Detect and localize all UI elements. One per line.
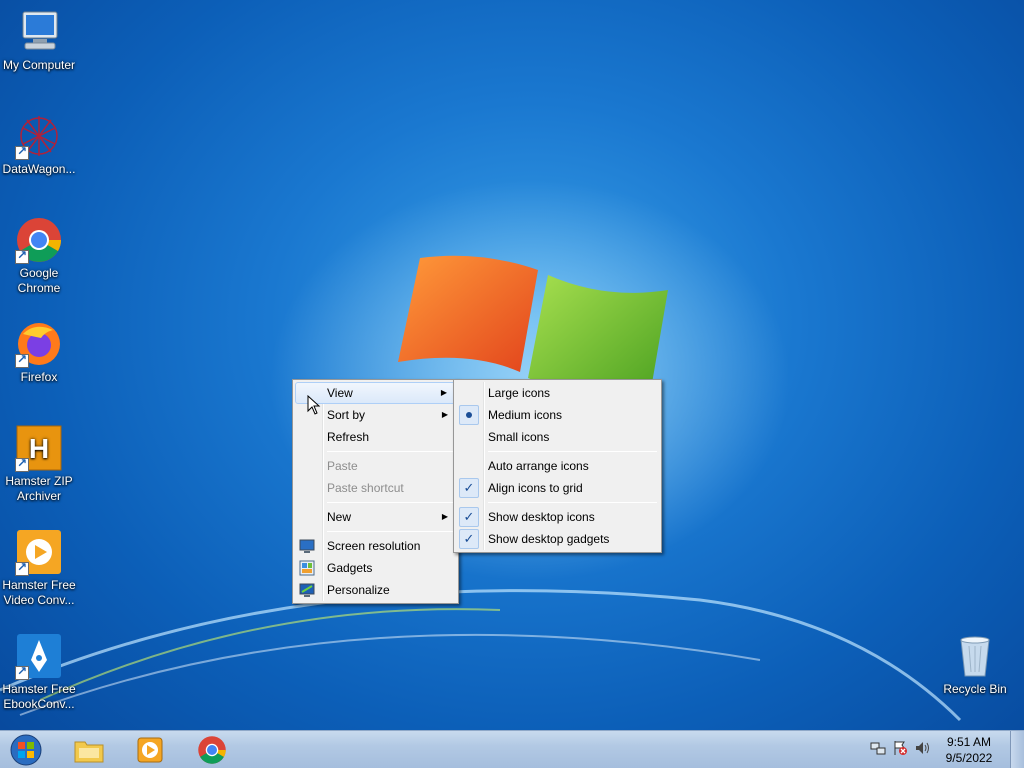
menu-item-label: Align icons to grid — [488, 481, 583, 495]
menu-item-align-to-grid[interactable]: ✓ Align icons to grid — [456, 477, 659, 499]
menu-item-label: Small icons — [488, 430, 550, 444]
desktop-icon-label: Recycle Bin — [943, 682, 1007, 696]
file-explorer-icon[interactable] — [63, 733, 115, 767]
desktop-icon-label: Firefox — [20, 370, 58, 384]
menu-item-paste-shortcut: Paste shortcut — [295, 477, 456, 499]
recycle-bin-icon — [951, 632, 999, 680]
shortcut-arrow-icon — [15, 560, 29, 576]
chrome-icon — [15, 216, 63, 264]
menu-separator — [327, 531, 454, 532]
desktop-icon-label: My Computer — [2, 58, 76, 72]
network-icon[interactable] — [870, 740, 886, 756]
personalize-icon — [299, 582, 315, 598]
shortcut-arrow-icon — [15, 456, 29, 472]
menu-item-label: Large icons — [488, 386, 551, 400]
menu-item-label: View — [327, 386, 353, 400]
menu-item-refresh[interactable]: Refresh — [295, 426, 456, 448]
shortcut-arrow-icon — [15, 352, 29, 368]
desktop-icon-recycle-bin[interactable]: Recycle Bin — [936, 632, 1014, 697]
menu-item-label: Show desktop icons — [488, 510, 595, 524]
menu-item-small-icons[interactable]: Small icons — [456, 426, 659, 448]
desktop-icon-label: DataWagon... — [2, 162, 76, 176]
desktop-wallpaper — [0, 0, 1024, 730]
start-button[interactable] — [6, 733, 46, 767]
screen-resolution-icon — [299, 538, 315, 554]
show-desktop-button[interactable] — [1010, 731, 1024, 768]
system-tray — [870, 740, 930, 756]
menu-item-screen-resolution[interactable]: Screen resolution — [295, 535, 456, 557]
checkmark-icon: ✓ — [459, 507, 479, 527]
computer-icon — [15, 8, 63, 56]
mouse-cursor-icon — [307, 394, 321, 415]
submenu-arrow-icon: ▶ — [440, 388, 447, 397]
gadgets-icon — [299, 560, 315, 576]
submenu-arrow-icon: ▶ — [441, 512, 448, 521]
firefox-icon — [15, 320, 63, 368]
taskbar-clock[interactable]: 9:51 AM 9/5/2022 — [940, 734, 998, 766]
menu-item-label: Show desktop gadgets — [488, 532, 610, 546]
media-player-icon[interactable] — [124, 733, 176, 767]
clock-date: 9/5/2022 — [945, 751, 993, 765]
menu-item-new[interactable]: New ▶ — [295, 506, 456, 528]
taskbar: 9:51 AM 9/5/2022 — [0, 730, 1024, 768]
menu-item-label: Sort by — [327, 408, 366, 422]
desktop-icon-label: Hamster Free EbookConv... — [2, 682, 76, 711]
desktop-icon-label: Hamster Free Video Conv... — [2, 578, 76, 607]
datawagon-icon — [15, 112, 63, 160]
desktop-icon-google-chrome[interactable]: Google Chrome — [0, 216, 78, 296]
shortcut-arrow-icon — [15, 144, 29, 160]
desktop-icon-hamster-zip[interactable]: H Hamster ZIP Archiver — [0, 424, 78, 504]
desktop-icon-label: Hamster ZIP Archiver — [5, 474, 73, 503]
menu-item-label: Auto arrange icons — [488, 459, 589, 473]
hamster-video-icon — [15, 528, 63, 576]
desktop-icon-datawagon[interactable]: DataWagon... — [0, 112, 78, 177]
menu-item-large-icons[interactable]: Large icons — [456, 382, 659, 404]
menu-separator — [327, 502, 454, 503]
desktop-icon-label: Google Chrome — [17, 266, 61, 295]
desktop-icon-hamster-video[interactable]: Hamster Free Video Conv... — [0, 528, 78, 608]
checkmark-icon: ✓ — [459, 529, 479, 549]
menu-item-label: Screen resolution — [327, 539, 421, 553]
menu-item-paste: Paste — [295, 455, 456, 477]
menu-item-label: Paste shortcut — [327, 481, 404, 495]
menu-item-label: Medium icons — [488, 408, 563, 422]
svg-text:H: H — [29, 433, 49, 464]
shortcut-arrow-icon — [15, 248, 29, 264]
shortcut-arrow-icon — [15, 664, 29, 680]
desktop-icon-firefox[interactable]: Firefox — [0, 320, 78, 385]
menu-item-show-desktop-icons[interactable]: ✓ Show desktop icons — [456, 506, 659, 528]
desktop-icon-hamster-ebook[interactable]: Hamster Free EbookConv... — [0, 632, 78, 712]
menu-item-show-desktop-gadgets[interactable]: ✓ Show desktop gadgets — [456, 528, 659, 550]
checkmark-icon: ✓ — [459, 478, 479, 498]
menu-item-gadgets[interactable]: Gadgets — [295, 557, 456, 579]
menu-item-label: New — [327, 510, 352, 524]
clock-time: 9:51 AM — [946, 735, 992, 749]
submenu-arrow-icon: ▶ — [441, 410, 448, 419]
desktop-icon-my-computer[interactable]: My Computer — [0, 8, 78, 73]
menu-separator — [488, 502, 657, 503]
chrome-icon[interactable] — [186, 733, 238, 767]
menu-item-label: Personalize — [327, 583, 390, 597]
menu-separator — [488, 451, 657, 452]
menu-separator — [327, 451, 454, 452]
action-center-flag-icon[interactable] — [892, 740, 908, 756]
menu-item-label: Refresh — [327, 430, 370, 444]
view-submenu: Large icons Medium icons Small icons Aut… — [453, 379, 662, 553]
menu-item-auto-arrange[interactable]: Auto arrange icons — [456, 455, 659, 477]
menu-item-personalize[interactable]: Personalize — [295, 579, 456, 601]
radio-selected-icon — [459, 405, 479, 425]
menu-item-label: Paste — [327, 459, 358, 473]
hamster-zip-icon: H — [15, 424, 63, 472]
hamster-ebook-icon — [15, 632, 63, 680]
volume-icon[interactable] — [914, 740, 930, 756]
menu-item-label: Gadgets — [327, 561, 373, 575]
menu-item-medium-icons[interactable]: Medium icons — [456, 404, 659, 426]
